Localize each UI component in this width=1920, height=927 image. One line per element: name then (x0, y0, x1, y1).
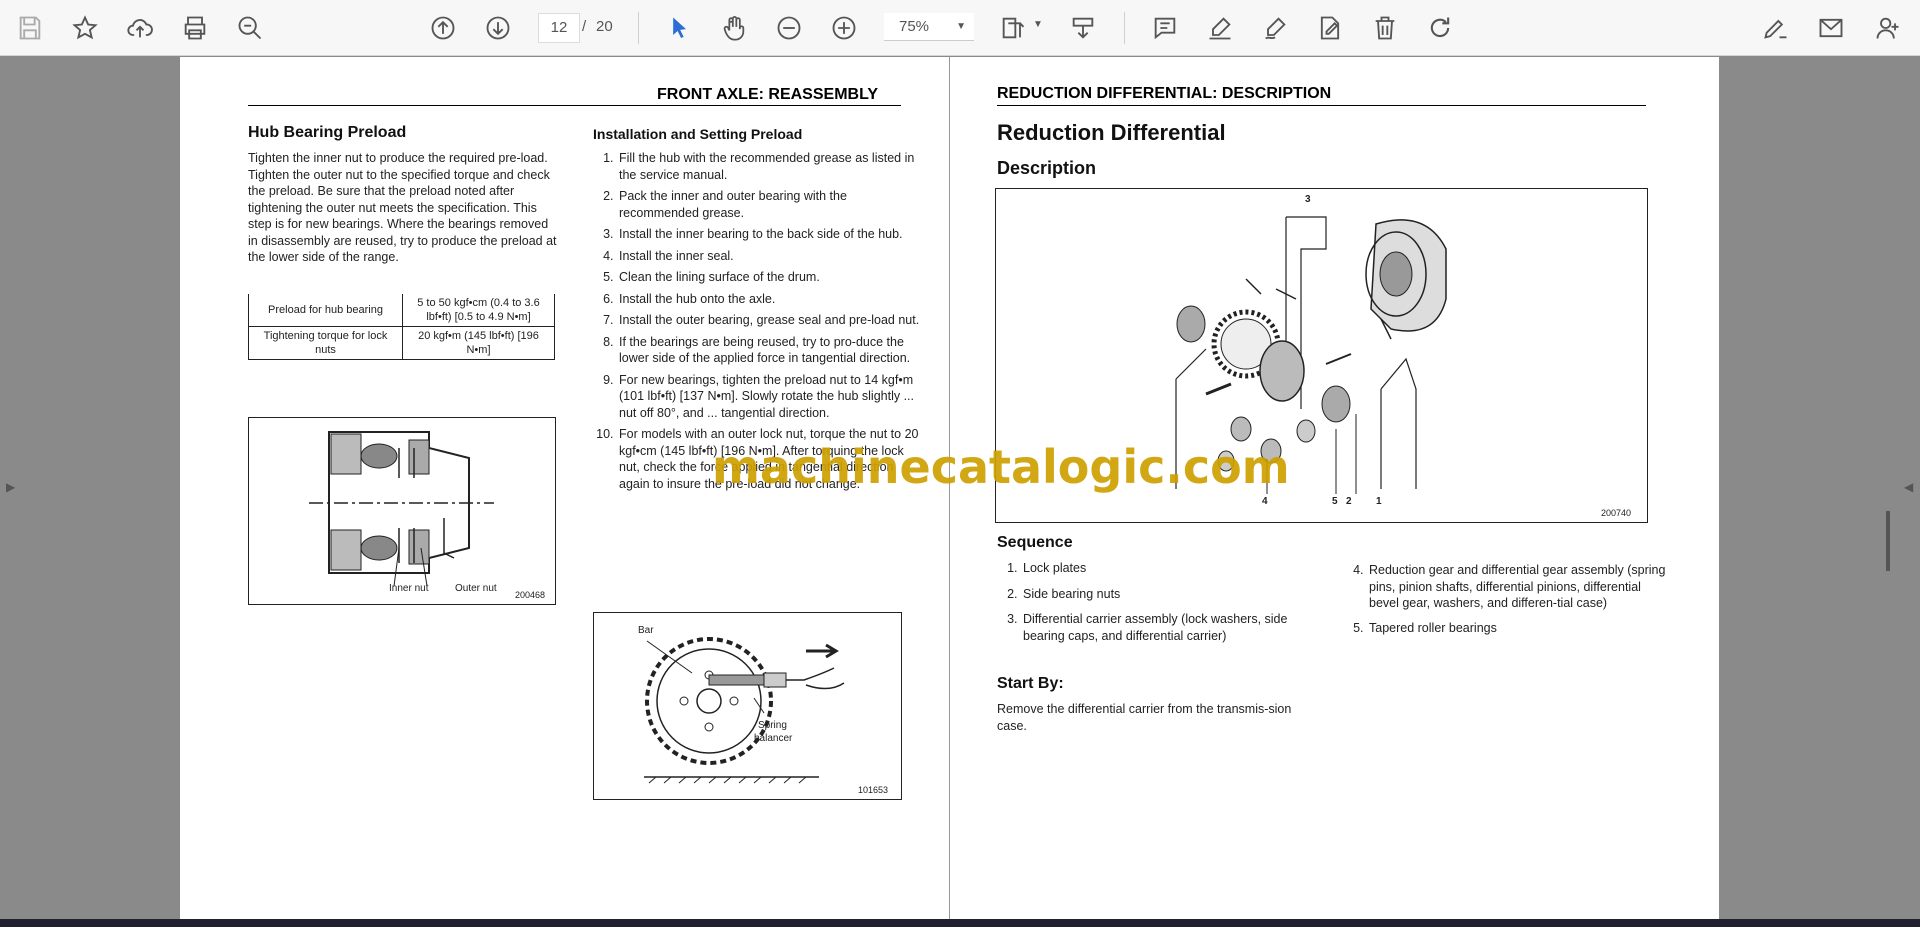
hub-bearing-figure: Inner nut Outer nut 200468 (248, 417, 556, 605)
figure-code: 200740 (1601, 508, 1632, 518)
add-user-icon[interactable] (1870, 10, 1906, 46)
toolbar-divider (638, 12, 639, 44)
balancer-label: balancer (754, 733, 793, 744)
list-item: Tapered roller bearings (1367, 620, 1670, 637)
hub-bearing-title: Hub Bearing Preload (248, 124, 407, 141)
page-total: 20 (596, 18, 613, 35)
left-page-header: FRONT AXLE: REASSEMBLY (657, 86, 879, 103)
header-rule (248, 105, 901, 106)
list-item: Install the inner seal. (617, 248, 923, 265)
zoom-value: 75% (899, 18, 930, 35)
callout-5: 5 (1332, 496, 1338, 507)
zoom-select[interactable]: 75% ▼ (884, 13, 974, 41)
delete-icon[interactable] (1367, 10, 1403, 46)
callout-1: 1 (1376, 496, 1382, 507)
email-icon[interactable] (1813, 10, 1849, 46)
inner-nut-label: Inner nut (389, 583, 429, 594)
rotate-icon[interactable] (1422, 10, 1458, 46)
spring-label: Spring (758, 720, 787, 731)
section-title: Reduction Differential (997, 120, 1226, 145)
edit-icon[interactable] (1312, 10, 1348, 46)
sequence-list-right: Reduction gear and differential gear ass… (1343, 562, 1670, 641)
callout-3: 3 (1305, 194, 1311, 205)
list-item: If the bearings are being reused, try to… (617, 334, 923, 367)
list-item: Reduction gear and differential gear ass… (1367, 562, 1670, 612)
list-item: Install the inner bearing to the back si… (617, 226, 923, 243)
sequence-list-left: Lock plates Side bearing nuts Differenti… (997, 560, 1316, 649)
toolbar: 12 / 20 75% ▼ ▼ (0, 0, 1920, 56)
drum-drawing (644, 637, 845, 784)
hand-pan-icon[interactable] (716, 10, 752, 46)
header-rule (997, 105, 1646, 106)
right-page-header: REDUCTION DIFFERENTIAL: DESCRIPTION (997, 85, 1332, 102)
start-by-title: Start By: (997, 675, 1064, 692)
fit-page-icon[interactable] (995, 10, 1031, 46)
page-up-icon[interactable] (425, 10, 461, 46)
list-item: Install the hub onto the axle. (617, 291, 923, 308)
bar-label: Bar (638, 625, 654, 636)
share-edit-icon[interactable] (1758, 10, 1794, 46)
list-item: Install the outer bearing, grease seal a… (617, 312, 923, 329)
figure-code: 200468 (515, 590, 546, 600)
select-arrow-icon[interactable] (661, 10, 697, 46)
table-cell: 20 kgf•m (145 lbf•ft) [196 N•m] (402, 326, 555, 360)
save-icon[interactable] (12, 10, 48, 46)
upload-cloud-icon[interactable] (122, 10, 158, 46)
page-number-input[interactable]: 12 (538, 13, 580, 43)
table-cell: Tightening torque for lock nuts (248, 326, 403, 360)
left-panel-toggle-icon[interactable]: ▶ (6, 480, 15, 494)
callout-4: 4 (1262, 496, 1268, 507)
table-cell: 5 to 50 kgf•cm (0.4 to 3.6 lbf•ft) [0.5 … (402, 294, 555, 327)
hub-bearing-text: Tighten the inner nut to produce the req… (248, 151, 557, 264)
fit-chevron-icon[interactable]: ▼ (1033, 19, 1043, 30)
list-item: For new bearings, tighten the preload nu… (617, 372, 923, 422)
install-title: Installation and Setting Preload (593, 126, 803, 142)
right-panel-toggle-icon[interactable]: ◀ (1904, 480, 1913, 494)
zoom-out-icon[interactable] (771, 10, 807, 46)
sign-pen-icon[interactable] (1257, 10, 1293, 46)
list-item: Clean the lining surface of the drum. (617, 269, 923, 286)
table-cell: Preload for hub bearing (248, 294, 403, 327)
table-row: Preload for hub bearing 5 to 50 kgf•cm (… (248, 294, 555, 327)
drum-figure: Bar Spring balancer 101653 (593, 612, 902, 800)
table-row: Tightening torque for lock nuts 20 kgf•m… (248, 326, 555, 360)
comment-icon[interactable] (1147, 10, 1183, 46)
description-title: Description (997, 158, 1097, 178)
page-down-icon[interactable] (480, 10, 516, 46)
watermark: machinecatalogic.com (712, 440, 1290, 494)
hub-bearing-drawing (309, 431, 494, 587)
print-icon[interactable] (177, 10, 213, 46)
list-item: Fill the hub with the recommended grease… (617, 150, 923, 183)
spec-table: Preload for hub bearing 5 to 50 kgf•cm (… (248, 294, 555, 360)
callout-2: 2 (1346, 496, 1352, 507)
highlight-icon[interactable] (1202, 10, 1238, 46)
list-item: Side bearing nuts (1021, 586, 1316, 603)
start-by-text: Remove the differential carrier from the… (997, 702, 1292, 733)
bottom-bar (0, 919, 1920, 927)
chevron-down-icon: ▼ (956, 21, 966, 32)
page-separator: / (582, 18, 587, 35)
toolbar-divider (1124, 12, 1125, 44)
zoom-in-icon[interactable] (826, 10, 862, 46)
sequence-title: Sequence (997, 534, 1073, 551)
list-item: Pack the inner and outer bearing with th… (617, 188, 923, 221)
scrollbar-thumb[interactable] (1886, 511, 1890, 571)
list-item: Lock plates (1021, 560, 1316, 577)
figure-code: 101653 (858, 785, 889, 795)
download-icon[interactable] (1065, 10, 1101, 46)
bookmark-star-icon[interactable] (67, 10, 103, 46)
list-item: Differential carrier assembly (lock wash… (1021, 611, 1316, 644)
outer-nut-label: Outer nut (455, 583, 497, 594)
find-zoom-icon[interactable] (232, 10, 268, 46)
